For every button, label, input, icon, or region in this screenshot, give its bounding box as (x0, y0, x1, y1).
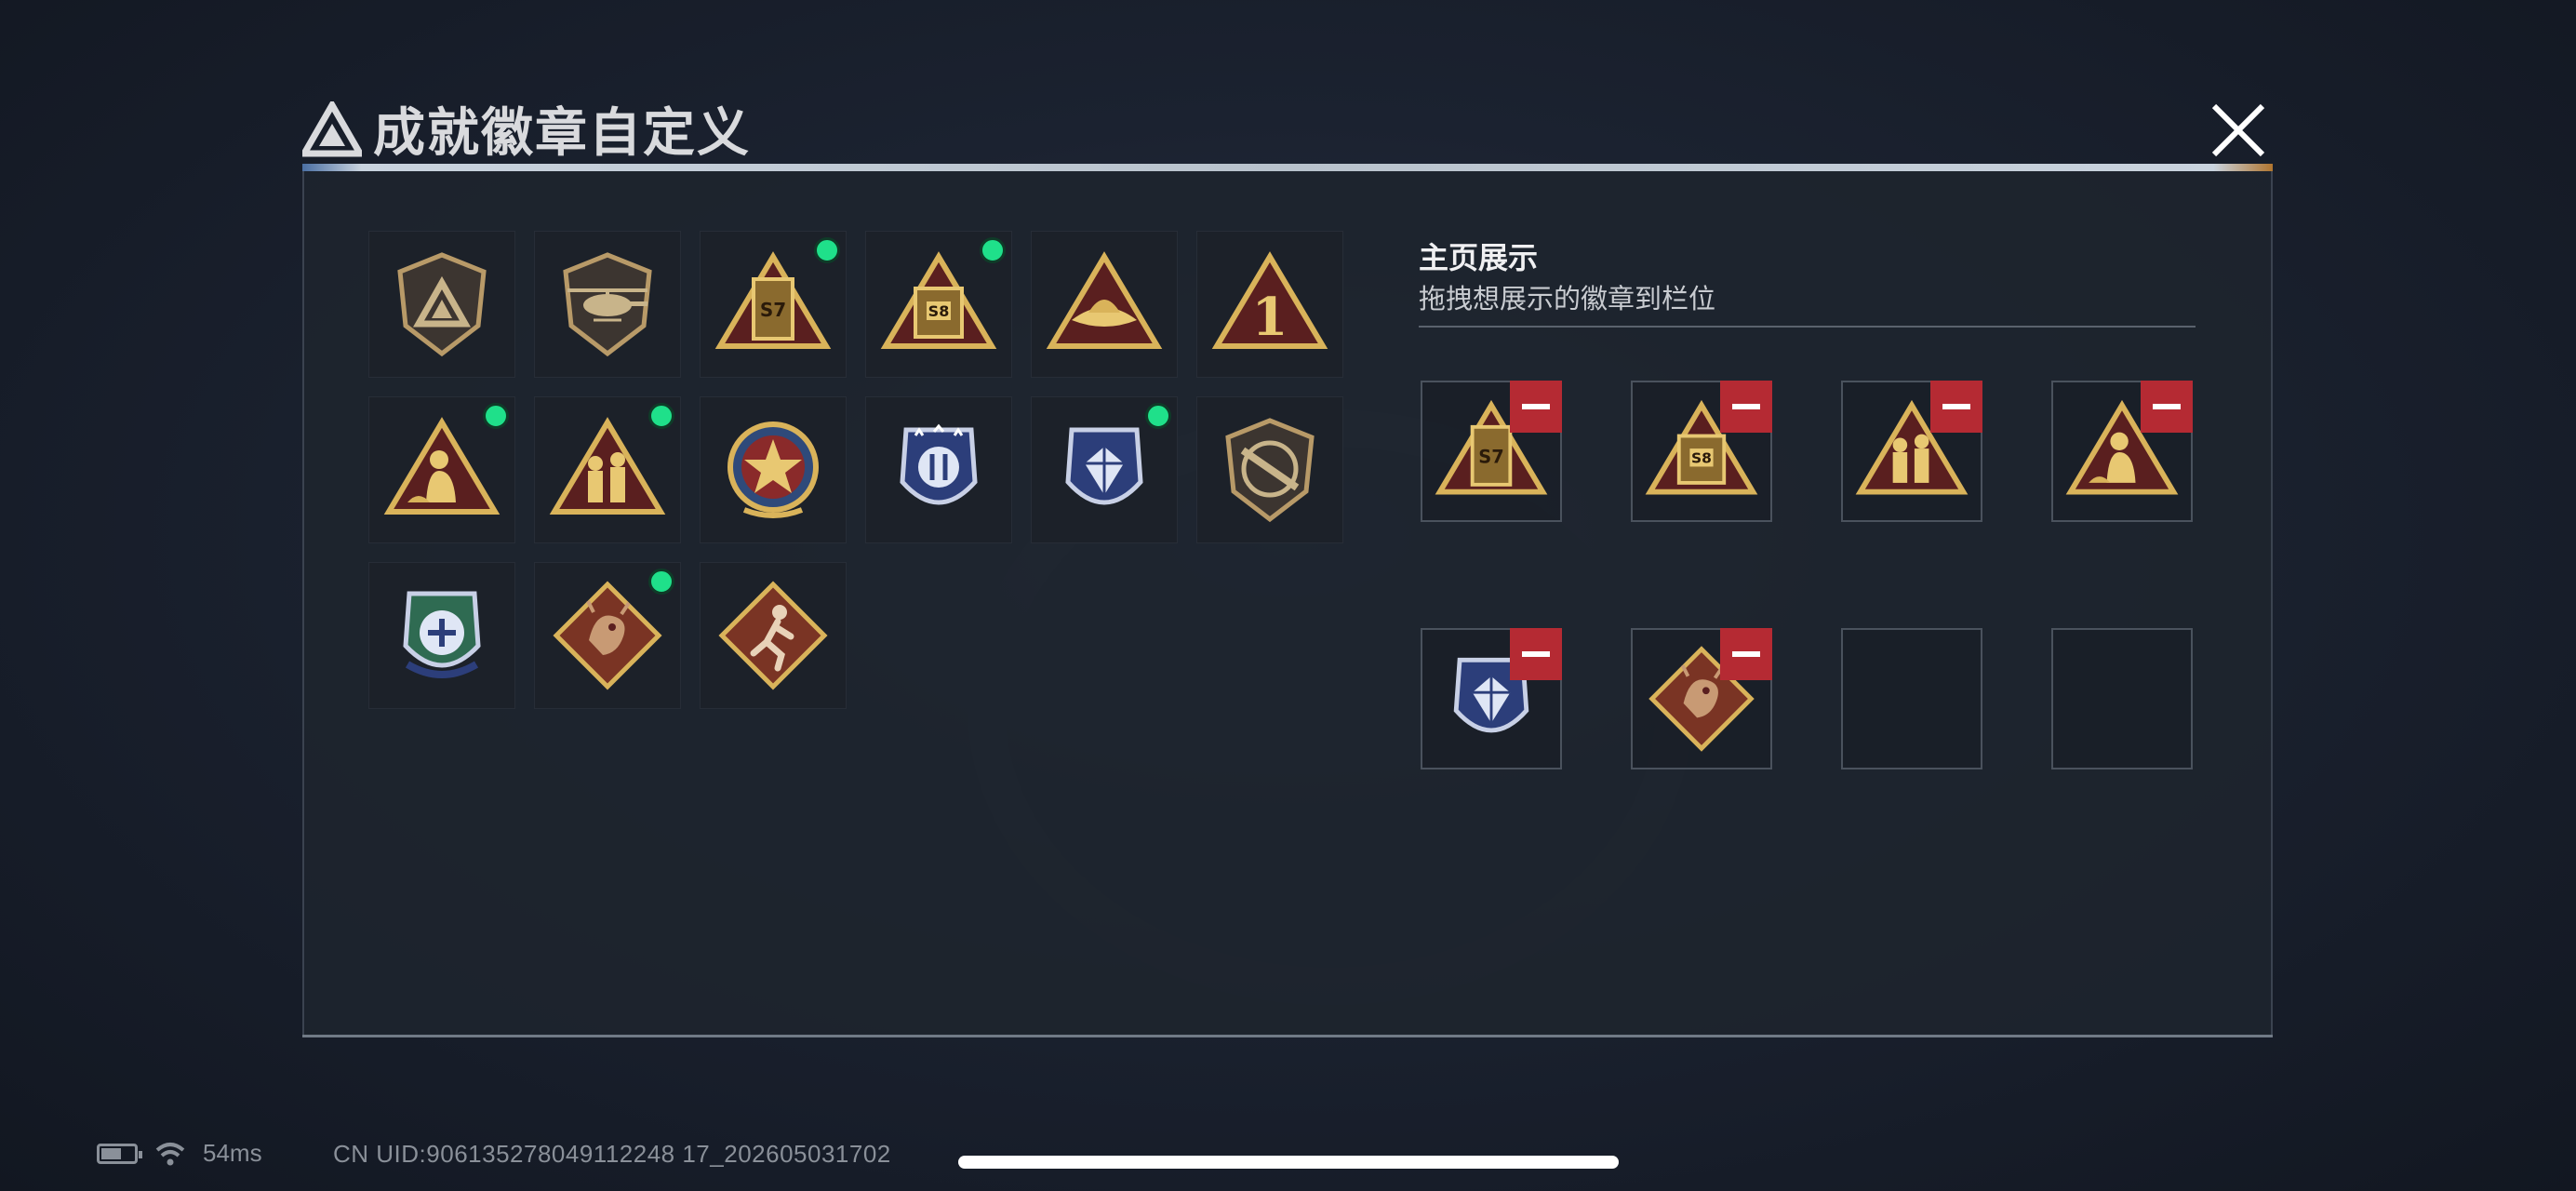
star-medal-icon (727, 422, 819, 518)
s7-badge-icon: S7 (714, 251, 832, 349)
shield-icon (397, 252, 487, 357)
badge-dragon-diamond[interactable] (534, 562, 681, 709)
svg-text:1: 1 (1252, 287, 1288, 348)
badge-tri-shield-plain[interactable] (368, 231, 515, 378)
rifle-icon (1225, 418, 1315, 523)
svg-text:S8: S8 (1691, 450, 1712, 467)
s8-badge-icon: S8 (880, 251, 997, 349)
minus-icon (1732, 651, 1760, 657)
close-icon[interactable] (2205, 97, 2272, 164)
showcase-slot-1[interactable]: S7 (1421, 381, 1562, 522)
remove-button[interactable] (1510, 381, 1562, 433)
triangle-logo-icon (302, 100, 362, 156)
squad-icon (549, 417, 666, 515)
battery-icon (97, 1143, 142, 1164)
status-bar: 54ms (97, 1139, 262, 1168)
badge-s7-pyramid[interactable]: S7 (700, 231, 847, 378)
runner-icon (718, 581, 828, 690)
hat-icon (1046, 251, 1163, 349)
badge-helicopter-shield[interactable] (534, 231, 681, 378)
showcase-divider (1419, 326, 2196, 328)
dialog-header: 成就徽章自定义 (302, 91, 751, 167)
remove-button[interactable] (1930, 381, 1982, 433)
minus-icon (2153, 404, 2181, 409)
badge-rifle-shield[interactable] (1196, 396, 1343, 543)
blue-diamond-crest-icon (1065, 427, 1143, 505)
new-indicator (814, 237, 840, 263)
remove-button[interactable] (1720, 628, 1772, 680)
showcase-slot-7-empty[interactable] (1841, 628, 1982, 769)
minus-icon (1522, 651, 1550, 657)
wifi-icon (155, 1142, 185, 1165)
badge-squad-pyramid[interactable] (534, 396, 681, 543)
showcase-subtitle: 拖拽想展示的徽章到栏位 (1419, 285, 1716, 314)
new-indicator (648, 569, 674, 595)
showcase-slot-2[interactable]: S8 (1631, 381, 1772, 522)
helicopter-icon (563, 252, 652, 357)
dragon-icon (553, 581, 662, 690)
minus-icon (1732, 404, 1760, 409)
showcase-slot-8-empty[interactable] (2051, 628, 2193, 769)
new-indicator (648, 403, 674, 429)
svg-text:S8: S8 (928, 302, 950, 320)
badge-soldier-pyramid[interactable] (368, 396, 515, 543)
number-one-icon: 1 (1211, 251, 1328, 349)
badge-s8-pyramid[interactable]: S8 (865, 231, 1012, 378)
new-indicator (980, 237, 1006, 263)
blue-crest-icon (900, 423, 978, 505)
panel-bottom-edge (302, 1035, 2273, 1037)
ping-value: 54ms (203, 1139, 262, 1167)
badge-star-medal[interactable] (700, 396, 847, 543)
soldier-icon (383, 417, 501, 515)
showcase-slot-4[interactable] (2051, 381, 2193, 522)
remove-button[interactable] (1720, 381, 1772, 433)
home-indicator[interactable] (958, 1156, 1619, 1169)
header-divider (302, 164, 2273, 171)
badge-blue-diamond-crest[interactable] (1031, 396, 1178, 543)
remove-button[interactable] (1510, 628, 1562, 680)
new-indicator (483, 403, 509, 429)
showcase-title: 主页展示 (1419, 241, 1539, 274)
minus-icon (1522, 404, 1550, 409)
svg-text:S7: S7 (760, 299, 786, 321)
green-crest-icon (403, 591, 481, 678)
svg-text:S7: S7 (1478, 447, 1503, 468)
new-indicator (1145, 403, 1171, 429)
badge-green-crest[interactable] (368, 562, 515, 709)
uid-label: CN UID:906135278049112248 17_20260503170… (333, 1140, 891, 1168)
remove-button[interactable] (2141, 381, 2193, 433)
showcase-slot-3[interactable] (1841, 381, 1982, 522)
badge-number-one-pyramid[interactable]: 1 (1196, 231, 1343, 378)
showcase-slot-5[interactable] (1421, 628, 1562, 769)
showcase-slot-6[interactable] (1631, 628, 1772, 769)
badge-hat-pyramid[interactable] (1031, 231, 1178, 378)
page-title: 成就徽章自定义 (373, 103, 751, 162)
badge-runner-diamond[interactable] (700, 562, 847, 709)
badge-blue-crest[interactable] (865, 396, 1012, 543)
minus-icon (1942, 404, 1970, 409)
